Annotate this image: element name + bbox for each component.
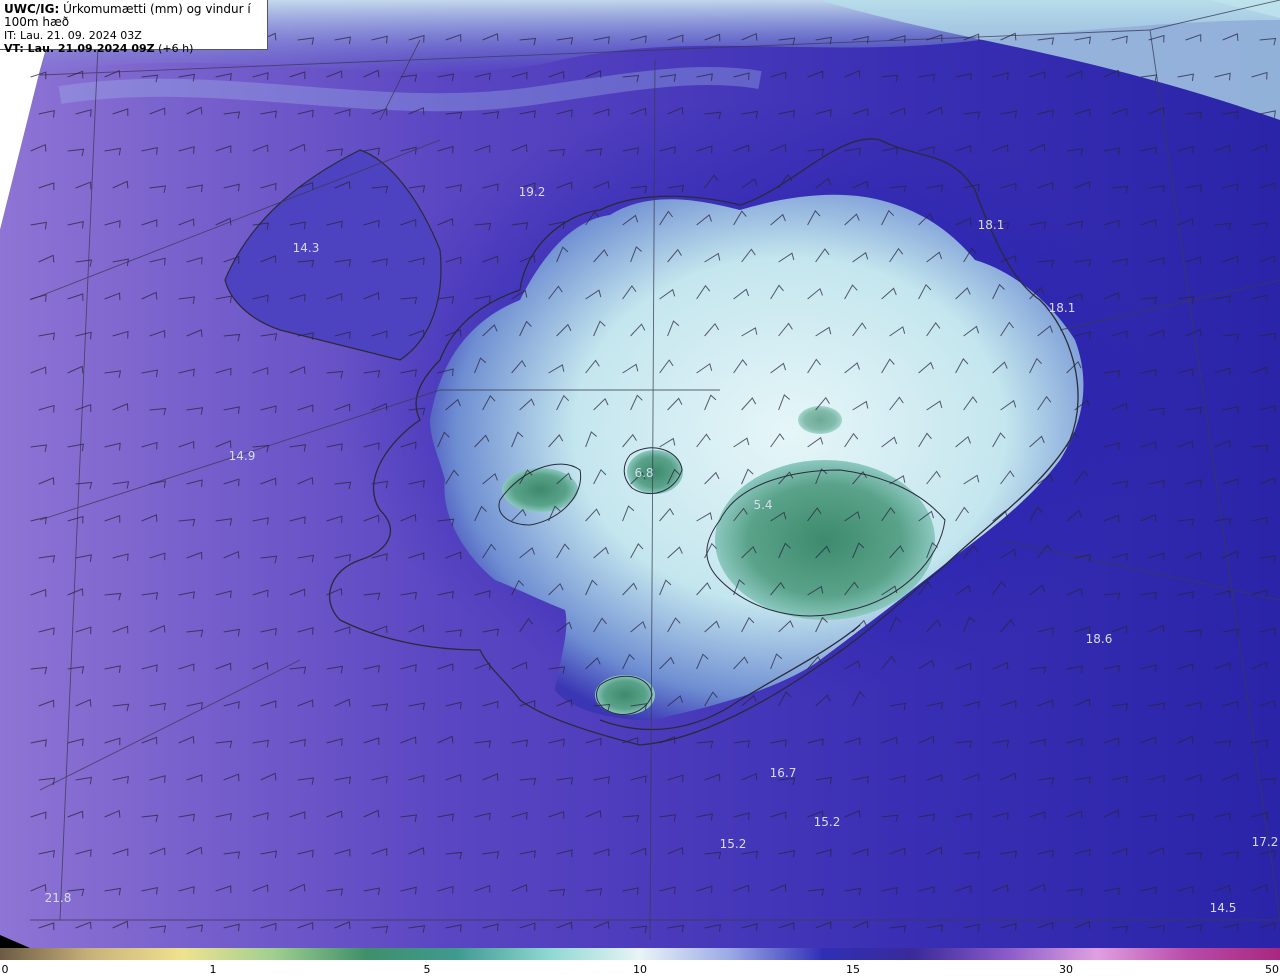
colorbar-tick: 15 [846,963,860,976]
colorbar-tick: 1 [209,963,217,976]
value-label: 5.4 [753,498,772,512]
value-label: 18.1 [1049,301,1076,315]
vatnajokull-area [715,460,935,620]
colorbar-ticks: 0 1 5 10 15 30 50 [0,960,1280,978]
value-label: 6.8 [634,466,653,480]
weather-map-view: 19.2 14.3 18.1 18.1 14.9 6.8 5.4 18.6 16… [0,0,1280,978]
value-label: 16.7 [770,766,797,780]
forecast-offset: (+6 h) [158,42,194,55]
model-name: UWC/IG: [4,2,60,16]
colorbar-tick: 10 [633,963,647,976]
colorbar-tick: 30 [1059,963,1073,976]
value-label: 21.8 [45,891,72,905]
value-label: 15.2 [720,837,747,851]
colorbar-tick: 50 [1265,963,1279,976]
value-label: 15.2 [814,815,841,829]
map-info-box: UWC/IG: Úrkomumætti (mm) og vindur í 100… [0,0,268,55]
value-label: 18.1 [978,218,1005,232]
precipitation-map: 19.2 14.3 18.1 18.1 14.9 6.8 5.4 18.6 16… [0,0,1280,948]
colorbar-tick: 5 [423,963,431,976]
value-label: 17.2 [1252,835,1279,849]
issue-time: IT: Lau. 21. 09. 2024 03Z [4,29,142,42]
value-label: 14.5 [1210,901,1237,915]
valid-time: VT: Lau. 21.09.2024 09Z [4,42,155,55]
value-label: 14.9 [229,449,256,463]
colorbar-tick: 0 [1,963,9,976]
value-label: 14.3 [293,241,320,255]
value-label: 19.2 [519,185,546,199]
value-label: 18.6 [1086,632,1113,646]
colorbar [0,948,1280,960]
